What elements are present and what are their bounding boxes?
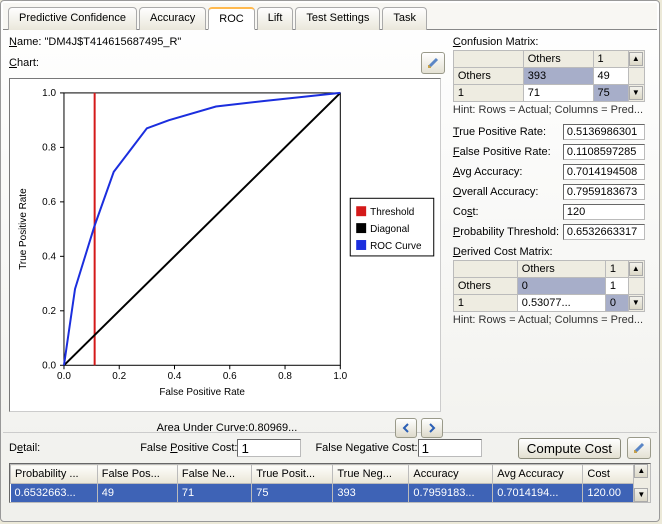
dcm-cell-0-1[interactable]: 1 — [605, 278, 628, 295]
pthresh-label: Probability Threshold: — [453, 226, 563, 238]
table-row[interactable]: 0.6532663... 49 71 75 393 0.7959183... 0… — [11, 484, 634, 502]
svg-text:Diagonal: Diagonal — [370, 224, 409, 235]
chart-tool-button[interactable] — [421, 52, 445, 74]
fp-cost-label: False Positive Cost: — [140, 442, 237, 454]
compute-cost-button[interactable]: Compute Cost — [518, 438, 621, 459]
svg-text:Threshold: Threshold — [370, 207, 414, 218]
svg-text:0.8: 0.8 — [278, 371, 292, 382]
tab-test-settings[interactable]: Test Settings — [295, 7, 380, 30]
avg-label: Avg Accuracy: — [453, 166, 563, 178]
svg-text:0.6: 0.6 — [223, 371, 237, 382]
tab-roc[interactable]: ROC — [208, 7, 254, 30]
tab-bar: Predictive Confidence Accuracy ROC Lift … — [3, 3, 657, 30]
pencil-icon — [426, 56, 440, 70]
cost-value: 120 — [563, 204, 645, 220]
tab-accuracy[interactable]: Accuracy — [139, 7, 206, 30]
derived-matrix: Others 1 ▲ Others 0 1 1 0.53077... 0 ▼ — [453, 260, 645, 312]
dcm-cell-0-0[interactable]: 0 — [517, 278, 605, 295]
dcm-scroll-down[interactable]: ▼ — [629, 296, 643, 310]
svg-text:1.0: 1.0 — [42, 88, 56, 99]
dcm-col-others: Others — [517, 261, 605, 278]
confusion-title: Confusion Matrix: — [453, 36, 651, 48]
cm-col-1: 1 — [593, 51, 628, 68]
pthresh-value: 0.6532663317 — [563, 224, 645, 240]
tab-lift[interactable]: Lift — [257, 7, 294, 30]
tpr-label: True Positive Rate: — [453, 126, 563, 138]
derived-title: Derived Cost Matrix: — [453, 246, 651, 258]
confusion-matrix: Others 1 ▲ Others 393 49 1 71 75 ▼ — [453, 50, 645, 102]
detail-label: Detail: — [9, 442, 40, 454]
col-accuracy[interactable]: Accuracy — [409, 465, 493, 484]
fpr-value: 0.1108597285 — [563, 144, 645, 160]
svg-text:0.4: 0.4 — [168, 371, 182, 382]
scroll-down-button[interactable]: ▼ — [629, 86, 643, 100]
cost-label: Cost: — [453, 206, 563, 218]
overall-value: 0.7959183673 — [563, 184, 645, 200]
svg-text:0.0: 0.0 — [57, 371, 71, 382]
col-avg-accuracy[interactable]: Avg Accuracy — [493, 465, 583, 484]
cm-cell-1-1[interactable]: 75 — [593, 85, 628, 102]
next-button[interactable] — [421, 418, 443, 438]
cm-cell-1-0[interactable]: 71 — [523, 85, 593, 102]
fp-cost-input[interactable] — [237, 439, 301, 457]
avg-value: 0.7014194508 — [563, 164, 645, 180]
svg-text:0.6: 0.6 — [42, 197, 56, 208]
chevron-left-icon — [402, 423, 410, 433]
fn-cost-label: False Negative Cost: — [315, 442, 417, 454]
cm-cell-0-1[interactable]: 49 — [593, 68, 628, 85]
roc-chart: 0.0 0.2 0.4 0.6 0.8 1.0 0.0 0.2 0.4 0.6 0.8 1.0 Fals… — [9, 78, 441, 412]
grid-scroll-up[interactable]: ▲ — [634, 464, 648, 478]
name-label: Name: — [9, 36, 41, 48]
cm-cell-0-0[interactable]: 393 — [523, 68, 593, 85]
dcm-cell-1-0[interactable]: 0.53077... — [517, 295, 605, 312]
cm-row-1: 1 — [453, 85, 523, 102]
fn-cost-input[interactable] — [418, 439, 482, 457]
pencil-icon — [632, 441, 646, 455]
svg-text:False Positive Rate: False Positive Rate — [159, 387, 245, 398]
svg-text:1.0: 1.0 — [333, 371, 347, 382]
chevron-right-icon — [428, 423, 436, 433]
dcm-cell-1-1[interactable]: 0 — [605, 295, 628, 312]
svg-text:True Positive Rate: True Positive Rate — [18, 188, 29, 270]
svg-text:0.2: 0.2 — [42, 306, 56, 317]
svg-text:0.2: 0.2 — [112, 371, 126, 382]
overall-label: Overall Accuracy: — [453, 186, 563, 198]
dcm-row-1: 1 — [453, 295, 517, 312]
chart-label: Chart: — [9, 57, 39, 69]
derived-hint: Hint: Rows = Actual; Columns = Pred... — [453, 314, 651, 326]
confusion-hint: Hint: Rows = Actual; Columns = Pred... — [453, 104, 651, 116]
grid-scroll-down[interactable]: ▼ — [634, 488, 648, 502]
prev-button[interactable] — [395, 418, 417, 438]
cm-col-others: Others — [523, 51, 593, 68]
auc-label: Area Under Curve:0.80969... — [157, 422, 298, 434]
col-true-neg[interactable]: True Neg... — [333, 465, 409, 484]
cm-row-others: Others — [453, 68, 523, 85]
col-probability[interactable]: Probability ... — [11, 465, 98, 484]
scroll-up-button[interactable]: ▲ — [629, 52, 643, 66]
dcm-col-1: 1 — [605, 261, 628, 278]
svg-text:0.8: 0.8 — [42, 142, 56, 153]
dcm-row-others: Others — [453, 278, 517, 295]
fpr-label: False Positive Rate: — [453, 146, 563, 158]
tab-task[interactable]: Task — [382, 7, 427, 30]
tpr-value: 0.5136986301 — [563, 124, 645, 140]
col-cost[interactable]: Cost — [583, 465, 634, 484]
col-false-neg[interactable]: False Ne... — [177, 465, 251, 484]
svg-text:ROC Curve: ROC Curve — [370, 241, 422, 252]
detail-tool-button[interactable] — [627, 437, 651, 459]
svg-text:0.4: 0.4 — [42, 251, 56, 262]
col-false-pos[interactable]: False Pos... — [97, 465, 177, 484]
detail-grid[interactable]: Probability ... False Pos... False Ne...… — [9, 463, 651, 503]
tab-predictive-confidence[interactable]: Predictive Confidence — [8, 7, 137, 30]
dcm-scroll-up[interactable]: ▲ — [629, 262, 643, 276]
svg-text:0.0: 0.0 — [42, 360, 56, 371]
col-true-pos[interactable]: True Posit... — [252, 465, 333, 484]
name-value: "DM4J$T414615687495_R" — [44, 36, 181, 48]
